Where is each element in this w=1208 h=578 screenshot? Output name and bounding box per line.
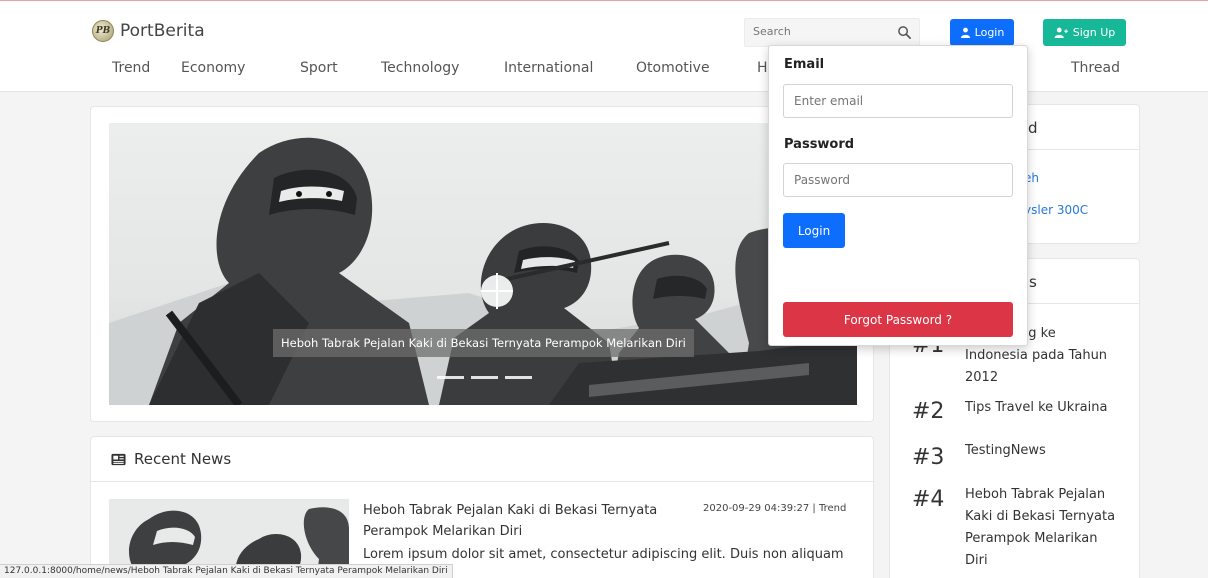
- sidebar-card-featured-title: d: [1028, 119, 1038, 137]
- brand-name: PortBerita: [120, 21, 205, 41]
- headline-carousel[interactable]: Heboh Tabrak Pejalan Kaki di Bekasi Tern…: [109, 123, 857, 405]
- status-url-bar: 127.0.0.1:8000/home/news/Heboh Tabrak Pe…: [0, 564, 453, 578]
- popular-rank-2: #2: [912, 399, 945, 424]
- user-plus-icon: [1054, 27, 1068, 38]
- popular-item-4-line: Diri: [965, 553, 988, 568]
- login-dropdown: Email Password Login Forgot Password ?: [768, 45, 1028, 346]
- popular-item-4-line: Perampok Melarikan: [965, 531, 1098, 546]
- carousel-indicator-2[interactable]: [471, 376, 498, 379]
- carousel-indicators: [437, 376, 532, 379]
- popular-item-4-title[interactable]: Heboh Tabrak Pejalan Kaki di Bekasi Tern…: [965, 484, 1135, 572]
- popular-item-4-line: Kaki di Bekasi Ternyata: [965, 509, 1116, 524]
- popular-item-2-title[interactable]: Tips Travel ke Ukraina: [965, 397, 1135, 419]
- login-button[interactable]: Login: [950, 19, 1014, 46]
- news-item-category[interactable]: Trend: [819, 503, 846, 514]
- nav-item-thread[interactable]: Thread: [1071, 60, 1120, 76]
- news-item-datetime: 2020-09-29 04:39:27: [703, 503, 810, 514]
- email-field[interactable]: [783, 84, 1013, 118]
- user-icon: [960, 27, 970, 38]
- nav-item-otomotive[interactable]: Otomotive: [636, 60, 710, 76]
- sidebar-card-popular-title: s: [1029, 273, 1037, 291]
- email-label: Email: [784, 57, 825, 72]
- brand[interactable]: PB PortBerita: [92, 20, 205, 42]
- popular-item-3-title[interactable]: TestingNews: [965, 440, 1135, 462]
- login-button-label: Login: [974, 26, 1005, 39]
- signup-button[interactable]: Sign Up: [1043, 19, 1126, 46]
- carousel-indicator-3[interactable]: [505, 376, 532, 379]
- news-item-meta-separator: |: [812, 503, 816, 514]
- search-icon[interactable]: [897, 25, 912, 40]
- nav-item-international[interactable]: International: [504, 60, 593, 76]
- search-input[interactable]: [753, 25, 893, 38]
- recent-news-card: Recent News Heboh Tabrak Pejalan Kaki di…: [90, 436, 874, 578]
- password-label: Password: [784, 137, 855, 152]
- sidebar-featured-link-2[interactable]: ysler 300C: [1024, 203, 1088, 217]
- news-item-title[interactable]: Heboh Tabrak Pejalan Kaki di Bekasi Tern…: [363, 500, 673, 542]
- popular-item-1-line: 2012: [965, 370, 999, 385]
- popular-item-1-line: Indonesia pada Tahun: [965, 348, 1108, 363]
- nav-item-hidden[interactable]: H: [757, 60, 768, 76]
- signup-button-label: Sign Up: [1072, 26, 1116, 39]
- popular-rank-4: #4: [912, 487, 945, 512]
- newspaper-icon: [111, 453, 126, 465]
- nav-item-trend[interactable]: Trend: [112, 60, 150, 76]
- news-item-meta: 2020-09-29 04:39:27 | Trend: [703, 503, 846, 514]
- forgot-password-button[interactable]: Forgot Password ?: [783, 302, 1013, 337]
- recent-news-header: Recent News: [91, 437, 873, 482]
- headline-carousel-card: Heboh Tabrak Pejalan Kaki di Bekasi Tern…: [90, 106, 874, 422]
- brand-logo: PB: [92, 20, 114, 42]
- password-field[interactable]: [783, 163, 1013, 197]
- search-box: [744, 18, 920, 47]
- recent-news-title: Recent News: [134, 450, 232, 468]
- carousel-caption[interactable]: Heboh Tabrak Pejalan Kaki di Bekasi Tern…: [273, 329, 694, 357]
- nav-item-technology[interactable]: Technology: [381, 60, 459, 76]
- nav-item-sport[interactable]: Sport: [300, 60, 338, 76]
- news-item-excerpt: Lorem ipsum dolor sit amet, consectetur …: [363, 547, 844, 562]
- carousel-slide-image: [109, 137, 857, 405]
- popular-item-4-line: Heboh Tabrak Pejalan: [965, 487, 1106, 502]
- popular-rank-3: #3: [912, 445, 945, 470]
- nav-item-economy[interactable]: Economy: [181, 60, 245, 76]
- carousel-indicator-1[interactable]: [437, 376, 464, 379]
- login-submit-button[interactable]: Login: [783, 213, 845, 248]
